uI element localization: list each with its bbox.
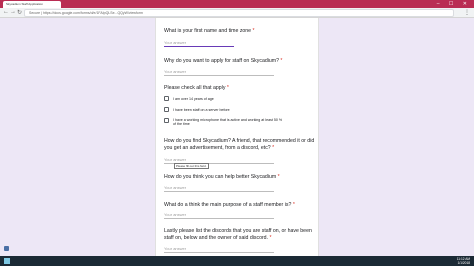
question-title: How do you think you can help better Sky… — [164, 174, 316, 181]
checkbox-label: I am over 14 years of age — [173, 96, 214, 101]
question-title: How do you find Skycadium? A friend, tha… — [164, 138, 316, 152]
question-title: What do a think the main purpose of a st… — [164, 202, 316, 209]
checkbox-age[interactable] — [164, 96, 169, 101]
address-bar[interactable]: Secure | https://docs.google.com/forms/d… — [24, 9, 454, 17]
browser-tab[interactable]: Skycadium Staff Application — [3, 1, 61, 8]
required-marker: * — [272, 145, 275, 151]
question-text: Lastly please list the discords that you… — [164, 228, 312, 241]
answer-placeholder[interactable]: Your answer — [164, 40, 186, 45]
question-title: What is your first name and time zone * — [164, 28, 316, 35]
browser-tab-bar: Skycadium Staff Application – ☐ ✕ — [0, 0, 474, 8]
required-marker: * — [226, 85, 229, 91]
form-card: What is your first name and time zone * … — [155, 18, 319, 256]
answer-input-line[interactable] — [164, 218, 274, 219]
answer-placeholder[interactable]: Your answer — [164, 69, 186, 74]
question-title: Please check all that apply * — [164, 85, 316, 92]
required-marker: * — [292, 202, 295, 208]
forward-icon[interactable]: → — [10, 9, 16, 15]
browser-menu-icon[interactable]: ⋮ — [464, 9, 470, 16]
required-marker: * — [269, 235, 272, 241]
system-clock: 11:12 AM 1/1/2018 — [457, 257, 470, 265]
checkbox-microphone[interactable] — [164, 118, 169, 123]
question-text: What is your first name and time zone — [164, 28, 252, 34]
window-controls[interactable]: – ☐ ✕ — [437, 1, 471, 7]
question-text: Please check all that apply — [164, 85, 226, 91]
os-taskbar: 11:12 AM 1/1/2018 — [0, 256, 474, 266]
question-title: Lastly please list the discords that you… — [164, 228, 316, 242]
answer-placeholder[interactable]: Your answer — [164, 157, 186, 162]
answer-input-line[interactable] — [164, 46, 234, 47]
question-text: Why do you want to apply for staff on Sk… — [164, 58, 279, 64]
checkbox-label: I have been staff on a server before — [173, 107, 230, 112]
browser-toolbar: ← → ↻ Secure | https://docs.google.com/f… — [0, 8, 474, 18]
reload-icon[interactable]: ↻ — [17, 9, 22, 16]
clock-date: 1/1/2018 — [457, 261, 470, 265]
start-icon[interactable] — [4, 258, 10, 264]
back-icon[interactable]: ← — [3, 9, 9, 15]
answer-input-line[interactable] — [164, 75, 274, 76]
question-text: How do you find Skycadium? A friend, tha… — [164, 138, 315, 151]
checkbox-staff-before[interactable] — [164, 107, 169, 112]
required-marker: * — [277, 174, 280, 180]
validation-tooltip: Please fill out this field. — [174, 163, 209, 169]
required-marker: * — [252, 28, 255, 34]
question-text: How do you think you can help better Sky… — [164, 174, 277, 180]
answer-input-line[interactable] — [164, 252, 274, 253]
answer-input-line[interactable] — [164, 191, 274, 192]
answer-placeholder[interactable]: Your answer — [164, 185, 186, 190]
app-icon[interactable] — [4, 246, 9, 251]
answer-placeholder[interactable]: Your answer — [164, 212, 186, 217]
checkbox-label: I have a working microphone that is acti… — [173, 117, 283, 127]
question-title: Why do you want to apply for staff on Sk… — [164, 58, 316, 65]
question-text: What do a think the main purpose of a st… — [164, 202, 292, 208]
required-marker: * — [280, 58, 283, 64]
answer-placeholder[interactable]: Your answer — [164, 246, 186, 251]
